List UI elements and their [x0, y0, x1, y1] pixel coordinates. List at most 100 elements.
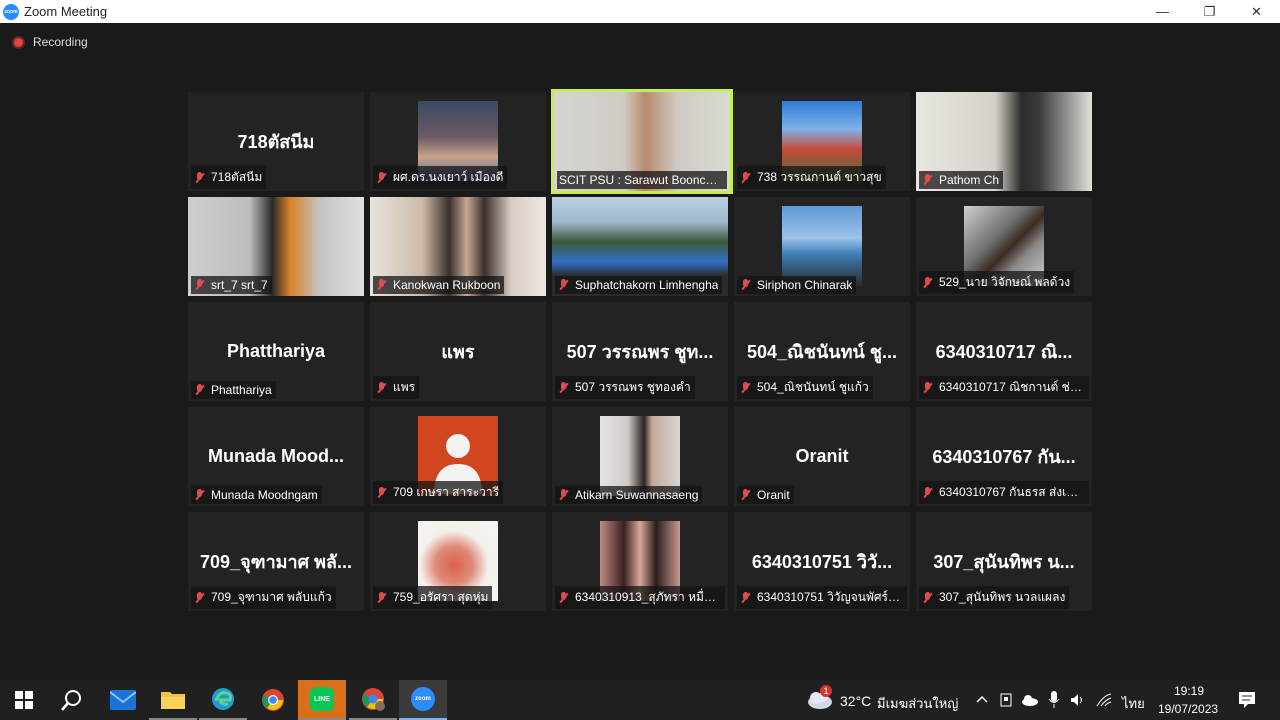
taskbar-chrome-profile[interactable]: [349, 680, 397, 720]
taskbar-file-explorer[interactable]: [149, 680, 197, 720]
participant-tile[interactable]: Suphatchakorn Limhengha: [552, 197, 728, 296]
display-name-text: 307_สุนันทิพร น...: [933, 552, 1075, 572]
muted-mic-icon: [193, 171, 207, 184]
participant-name-tag: ผศ.ดร.นงเยาว์ เมืองดี: [373, 166, 508, 189]
participant-tile[interactable]: Munada Mood... Munada Moodngam: [188, 407, 364, 506]
notification-icon: [1239, 692, 1255, 708]
participant-name-tag: 709 เกษรา สาระวารี: [373, 481, 504, 504]
participant-grid: 718ตัสนีม 718ตัสนีม ผศ.ดร.นงเยาว์ เมืองด…: [188, 89, 1092, 611]
participant-tile[interactable]: 307_สุนันทิพร น... 307_สุนันทิพร นวลแผลง: [916, 512, 1092, 611]
participant-tile[interactable]: 709 เกษรา สาระวารี: [370, 407, 546, 506]
search-button[interactable]: [48, 680, 96, 720]
participant-tile[interactable]: 738 วรรณกานต์ ขาวสุข: [734, 92, 910, 191]
participant-name: Siriphon Chinarak: [757, 278, 853, 292]
muted-mic-icon: [739, 591, 753, 604]
clock-date[interactable]: 19/07/2023: [1158, 702, 1218, 716]
taskbar-mail[interactable]: [99, 680, 147, 720]
restore-icon: ❐: [1203, 3, 1216, 19]
participant-tile[interactable]: 507 วรรณพร ชูท... 507 วรรณพร ชูทองคำ: [552, 302, 728, 401]
participant-tile[interactable]: 718ตัสนีม 718ตัสนีม: [188, 92, 364, 191]
participant-tile[interactable]: 529_นาย วิจักษณ์ พลด้วง: [916, 197, 1092, 296]
participant-name-tag: SCIT PSU : Sarawut Boonchu...: [557, 171, 727, 189]
temperature[interactable]: 32°C: [840, 693, 871, 709]
display-name-text: Phatthariya: [226, 341, 326, 361]
muted-mic-icon: [557, 279, 571, 291]
network-button[interactable]: [1096, 692, 1112, 713]
input-language[interactable]: ไทย: [1122, 693, 1145, 714]
participant-tile[interactable]: Phatthariya Phatthariya: [188, 302, 364, 401]
participant-name: Phatthariya: [211, 383, 272, 397]
participant-tile[interactable]: Oranit Oranit: [734, 407, 910, 506]
participant-name-tag: srt_7 srt_7: [191, 276, 272, 294]
zoom-app-icon: zoom: [3, 3, 19, 20]
taskbar-edge[interactable]: [199, 680, 247, 720]
chrome-profile-icon: [362, 688, 385, 711]
weather-widget[interactable]: 1: [806, 685, 836, 712]
muted-mic-icon: [739, 381, 753, 394]
participant-tile[interactable]: Siriphon Chinarak: [734, 197, 910, 296]
windows-logo-icon: [15, 691, 33, 709]
muted-mic-icon: [739, 279, 753, 291]
restore-button[interactable]: ❐: [1186, 0, 1233, 23]
participant-name-tag: 504_ณิชนันทน์ ชูแก้ว: [737, 376, 873, 399]
display-name-text: แพร: [441, 342, 475, 362]
muted-mic-icon: [193, 279, 207, 291]
participant-tile[interactable]: 504_ณิชนันทน์ ชู... 504_ณิชนันทน์ ชูแก้ว: [734, 302, 910, 401]
onedrive-button[interactable]: [1021, 693, 1039, 711]
participant-name: 718ตัสนีม: [211, 170, 263, 184]
app-icon-text: zoom: [4, 8, 18, 15]
participant-name-tag: Suphatchakorn Limhengha: [555, 276, 723, 294]
recording-indicator[interactable]: Recording: [12, 35, 88, 49]
participant-tile[interactable]: 709_จุฑามาศ พลั... 709_จุฑามาศ พลับแก้ว: [188, 512, 364, 611]
participant-tile[interactable]: 759_อรัศรา สุดหุ่ม: [370, 512, 546, 611]
line-app-icon: LINE: [310, 687, 334, 711]
participant-name-tag: 507 วรรณพร ชูทองคำ: [555, 376, 695, 399]
muted-mic-icon: [193, 489, 207, 501]
participant-name: SCIT PSU : Sarawut Boonchu...: [559, 173, 723, 187]
start-button[interactable]: [0, 680, 48, 720]
participant-tile[interactable]: 6340310913_สุภัทรา หมื่นจร: [552, 512, 728, 611]
device-icon: [1000, 693, 1012, 707]
volume-button[interactable]: [1070, 692, 1086, 713]
notification-center-button[interactable]: [1238, 691, 1256, 714]
muted-mic-icon: [921, 381, 935, 394]
chevron-up-icon: [976, 695, 988, 703]
participant-name: 709 เกษรา สาระวารี: [393, 485, 500, 499]
participant-name-tag: 307_สุนันทิพร นวลแผลง: [919, 586, 1070, 609]
participant-tile[interactable]: Pathom Ch: [916, 92, 1092, 191]
participant-tile[interactable]: แพร แพร: [370, 302, 546, 401]
participant-name: 504_ณิชนันทน์ ชูแก้ว: [757, 380, 869, 394]
muted-mic-icon: [921, 174, 935, 186]
microphone-tray-button[interactable]: [1048, 691, 1060, 714]
muted-mic-icon: [375, 591, 389, 604]
taskbar-chrome[interactable]: [249, 680, 297, 720]
participant-tile[interactable]: 6340310751 วิวั... 6340310751 วิวัญจนพัศ…: [734, 512, 910, 611]
participant-name-tag: 6340310751 วิวัญจนพัศร์ ต...: [737, 586, 907, 609]
participant-name-tag: Munada Moodngam: [191, 486, 322, 504]
weather-text[interactable]: มีเมฆส่วนใหญ่: [877, 693, 958, 714]
participant-name-tag: Oranit: [737, 486, 794, 504]
muted-mic-icon: [921, 591, 935, 604]
participant-name: 6340310751 วิวัญจนพัศร์ ต...: [757, 590, 903, 604]
participant-tile[interactable]: 6340310767 กัน... 6340310767 กันธรส ส่งเ…: [916, 407, 1092, 506]
show-hidden-icons-button[interactable]: [975, 692, 989, 711]
taskbar-line[interactable]: LINE: [298, 680, 346, 720]
title-bar: zoom Zoom Meeting — ❐ ✕: [0, 0, 1280, 23]
participant-name: ผศ.ดร.นงเยาว์ เมืองดี: [393, 170, 504, 184]
participant-name-tag: 759_อรัศรา สุดหุ่ม: [373, 586, 493, 609]
window-controls: — ❐ ✕: [1139, 0, 1280, 23]
participant-name: Pathom Ch: [939, 173, 1000, 187]
display-name-text: 6340310751 วิวั...: [751, 552, 893, 572]
clock-time[interactable]: 19:19: [1174, 684, 1204, 698]
muted-mic-icon: [739, 171, 753, 184]
minimize-button[interactable]: —: [1139, 0, 1186, 23]
participant-tile[interactable]: Kanokwan Rukboon: [370, 197, 546, 296]
taskbar-zoom[interactable]: zoom: [399, 680, 447, 720]
active-speaker-tile[interactable]: SCIT PSU : Sarawut Boonchu...: [551, 89, 733, 194]
tray-device-icon-button[interactable]: [999, 692, 1013, 713]
participant-tile[interactable]: ผศ.ดร.นงเยาว์ เมืองดี: [370, 92, 546, 191]
participant-tile[interactable]: 6340310717 ณิ... 6340310717 ณิชกานต์ ช่า…: [916, 302, 1092, 401]
participant-tile[interactable]: srt_7 srt_7: [188, 197, 364, 296]
close-button[interactable]: ✕: [1233, 0, 1280, 23]
participant-tile[interactable]: Atikarn Suwannasaeng: [552, 407, 728, 506]
